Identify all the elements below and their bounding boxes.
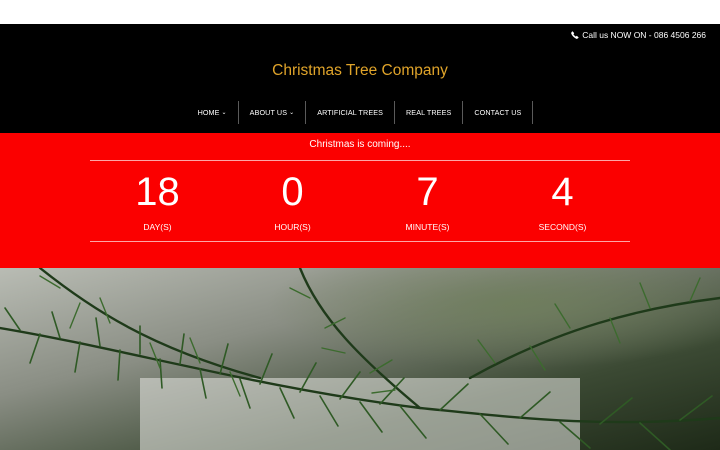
divider	[90, 241, 630, 242]
nav-item-home[interactable]: HOME ⌄	[187, 101, 239, 124]
nav-item-about-us[interactable]: ABOUT US ⌄	[239, 101, 307, 124]
phone-contact[interactable]: Call us NOW ON - 086 4506 266	[571, 30, 706, 40]
top-whitespace	[0, 0, 720, 24]
nav-item-artificial-trees[interactable]: ARTIFICIAL TREES	[306, 101, 396, 124]
nav-item-label: CONTACT US	[474, 108, 522, 117]
chevron-down-icon: ⌄	[289, 110, 295, 116]
countdown-label: HOUR(S)	[274, 222, 311, 232]
hero-image	[0, 268, 720, 450]
countdown-value: 0	[281, 170, 304, 214]
phone-text: Call us NOW ON - 086 4506 266	[582, 30, 706, 40]
countdown-banner: Christmas is coming.... 18 DAY(S) 0 HOUR…	[0, 133, 720, 268]
countdown-hours: 0 HOUR(S)	[225, 168, 360, 236]
countdown-label: SECOND(S)	[538, 222, 587, 232]
phone-icon	[571, 31, 579, 39]
nav-item-real-trees[interactable]: REAL TREES	[395, 101, 464, 124]
chevron-down-icon: ⌄	[221, 110, 227, 116]
countdown-title: Christmas is coming....	[309, 139, 411, 150]
countdown-days: 18 DAY(S)	[90, 168, 225, 236]
nav-item-label: REAL TREES	[406, 108, 452, 117]
countdown-minutes: 7 MINUTE(S)	[360, 168, 495, 236]
nav-item-label: ARTIFICIAL TREES	[317, 108, 384, 117]
countdown-label: MINUTE(S)	[405, 222, 450, 232]
divider	[90, 160, 630, 161]
countdown-value: 4	[551, 170, 574, 214]
countdown-label: DAY(S)	[143, 222, 172, 232]
countdown-seconds: 4 SECOND(S)	[495, 168, 630, 236]
nav-item-label: HOME	[197, 108, 220, 117]
countdown-units: 18 DAY(S) 0 HOUR(S) 7 MINUTE(S) 4 SECOND…	[90, 168, 630, 236]
pine-branches-photo	[0, 268, 720, 450]
nav-item-label: ABOUT US	[249, 108, 288, 117]
countdown-value: 18	[135, 170, 180, 214]
countdown-value: 7	[416, 170, 439, 214]
main-nav: HOME ⌄ ABOUT US ⌄ ARTIFICIAL TREES REAL TR…	[0, 101, 720, 124]
site-header: Call us NOW ON - 086 4506 266 Christmas …	[0, 24, 720, 133]
brand-title[interactable]: Christmas Tree Company	[0, 62, 720, 80]
nav-item-contact-us[interactable]: CONTACT US	[463, 101, 534, 124]
